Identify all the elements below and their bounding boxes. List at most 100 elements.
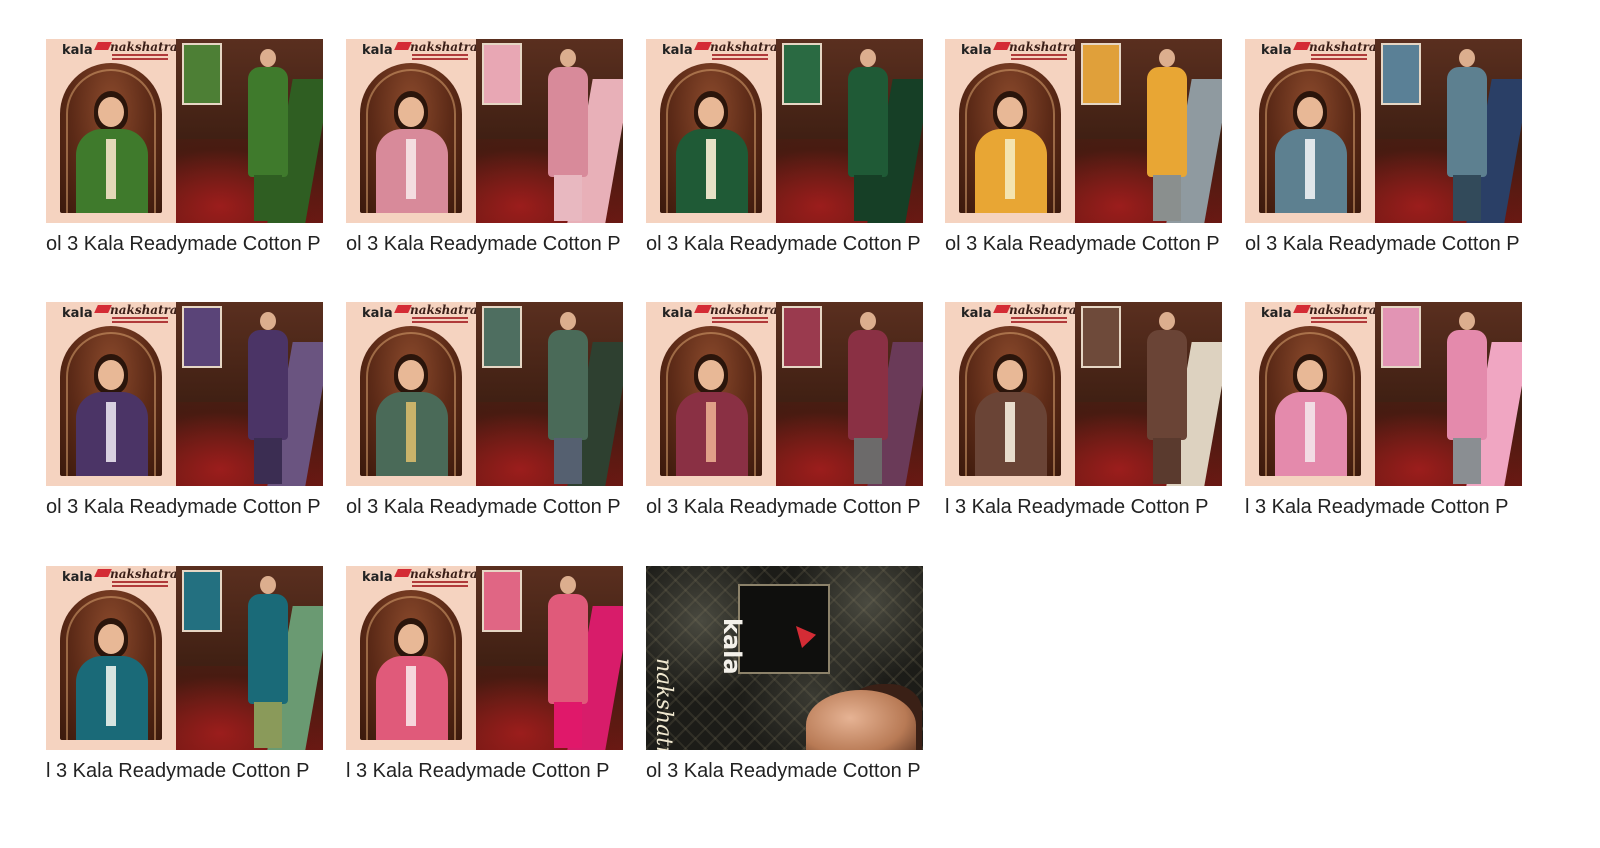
brand-logo: kala [662, 306, 693, 321]
brand-logo: kala [1261, 306, 1292, 321]
model-face [98, 97, 124, 127]
full-view-panel [1075, 39, 1222, 223]
pant [254, 175, 282, 221]
model-face [260, 312, 276, 330]
front-view-panel: kala nakshatra [646, 302, 778, 486]
pant [1153, 175, 1181, 221]
product-caption[interactable]: ol 3 Kala Readymade Cotton P [1245, 233, 1522, 255]
front-view-panel: kala nakshatra [346, 302, 478, 486]
product-caption[interactable]: ol 3 Kala Readymade Cotton P [646, 233, 923, 255]
product-card[interactable]: kala nakshatra l 3 Kala Readymade Cotton… [346, 566, 623, 796]
fabric-swatch [482, 306, 522, 368]
fabric-swatch [182, 570, 222, 632]
product-card[interactable]: kala nakshatra ol 3 Kala Readymade Cotto… [46, 302, 323, 532]
product-caption-text: l 3 Kala Readymade Cotton P [1245, 496, 1509, 518]
brand-logo-box [738, 584, 830, 674]
kurta-full [1447, 330, 1487, 440]
brand-logo: kala [362, 306, 393, 321]
product-thumbnail[interactable]: kala nakshatra [646, 302, 923, 486]
product-thumbnail[interactable]: kala nakshatra [46, 566, 323, 750]
kurta-placket [106, 402, 116, 462]
brand-title: nakshatra [710, 40, 778, 54]
product-caption-text: l 3 Kala Readymade Cotton P [945, 496, 1209, 518]
product-thumbnail[interactable]: kala nakshatra [346, 39, 623, 223]
product-card[interactable]: kala nakshatra ol 3 Kala Readymade Cotto… [945, 39, 1222, 269]
product-card[interactable]: kala nakshatra ol 3 Kala Readymade Cotto… [346, 302, 623, 532]
brand-subtitle-lines [712, 54, 768, 56]
product-caption[interactable]: ol 3 Kala Readymade Cotton P [945, 233, 1222, 255]
product-card[interactable]: kala nakshatra ol 3 Kala Readymade Cotto… [646, 302, 923, 532]
product-card[interactable]: kala nakshatra l 3 Kala Readymade Cotton… [1245, 302, 1522, 532]
product-card[interactable]: kala nakshatra l 3 Kala Readymade Cotton… [945, 302, 1222, 532]
brand-subtitle-lines [412, 54, 468, 56]
brand-title: nakshatra [410, 40, 478, 54]
product-caption-text: ol 3 Kala Readymade Cotton P [646, 496, 921, 518]
product-caption[interactable]: l 3 Kala Readymade Cotton P [945, 496, 1222, 518]
pant [554, 702, 582, 748]
brand-subtitle-lines [112, 581, 168, 583]
product-caption[interactable]: ol 3 Kala Readymade Cotton P [46, 233, 323, 255]
fabric-swatch [1381, 306, 1421, 368]
kurta-placket [1005, 139, 1015, 199]
arch-backdrop [1259, 326, 1361, 476]
product-caption[interactable]: ol 3 Kala Readymade Cotton P [646, 496, 923, 518]
product-caption[interactable]: ol 3 Kala Readymade Cotton P [346, 233, 623, 255]
product-thumbnail[interactable]: kala nakshatra [1245, 302, 1522, 486]
arch-backdrop [660, 326, 762, 476]
brand-logo: kala [362, 43, 393, 58]
brand-logo: kala [62, 306, 93, 321]
product-thumbnail[interactable]: kala nakshatra [646, 566, 923, 750]
product-thumbnail[interactable]: kala nakshatra [346, 566, 623, 750]
product-caption[interactable]: ol 3 Kala Readymade Cotton P [646, 760, 923, 782]
product-thumbnail[interactable]: kala nakshatra [945, 302, 1222, 486]
kurta-full [548, 330, 588, 440]
kurta-placket [1305, 402, 1315, 462]
model-face [997, 360, 1023, 390]
product-thumbnail[interactable]: kala nakshatra [646, 39, 923, 223]
model-face [997, 97, 1023, 127]
model-face [1159, 49, 1175, 67]
product-thumbnail[interactable]: kala nakshatra [1245, 39, 1522, 223]
product-caption[interactable]: ol 3 Kala Readymade Cotton P [346, 496, 623, 518]
kurta-placket [406, 402, 416, 462]
model-face [1297, 360, 1323, 390]
product-caption[interactable]: l 3 Kala Readymade Cotton P [346, 760, 623, 782]
model-face [398, 624, 424, 654]
product-card[interactable]: kala nakshatra ol 3 Kala Readymade Cotto… [1245, 39, 1522, 269]
product-card[interactable]: kala nakshatra ol 3 Kala Readymade Cotto… [646, 566, 923, 796]
product-caption-text: ol 3 Kala Readymade Cotton P [346, 233, 621, 255]
brand-title: nakshatra [110, 40, 178, 54]
brand-title: nakshatra [1309, 40, 1377, 54]
product-caption[interactable]: ol 3 Kala Readymade Cotton P [46, 496, 323, 518]
model-face [860, 312, 876, 330]
fabric-swatch [1381, 43, 1421, 105]
product-caption-text: ol 3 Kala Readymade Cotton P [346, 496, 621, 518]
brand-subtitle-lines [412, 581, 468, 583]
model-face [698, 97, 724, 127]
pant [1453, 438, 1481, 484]
product-card[interactable]: kala nakshatra ol 3 Kala Readymade Cotto… [346, 39, 623, 269]
product-card[interactable]: kala nakshatra ol 3 Kala Readymade Cotto… [46, 39, 323, 269]
arch-backdrop [360, 326, 462, 476]
arch-backdrop [660, 63, 762, 213]
product-caption[interactable]: l 3 Kala Readymade Cotton P [46, 760, 323, 782]
model-face [1297, 97, 1323, 127]
fabric-swatch [482, 570, 522, 632]
product-card[interactable]: kala nakshatra ol 3 Kala Readymade Cotto… [646, 39, 923, 269]
kurta-full [1447, 67, 1487, 177]
fabric-swatch [1081, 43, 1121, 105]
model-face [398, 97, 424, 127]
model-face [260, 576, 276, 594]
full-view-panel [776, 39, 923, 223]
brand-title: nakshatra [410, 303, 478, 317]
product-caption[interactable]: l 3 Kala Readymade Cotton P [1245, 496, 1522, 518]
pant [254, 702, 282, 748]
pant [1453, 175, 1481, 221]
product-thumbnail[interactable]: kala nakshatra [46, 39, 323, 223]
product-thumbnail[interactable]: kala nakshatra [346, 302, 623, 486]
full-view-panel [1375, 302, 1522, 486]
product-thumbnail[interactable]: kala nakshatra [46, 302, 323, 486]
product-card[interactable]: kala nakshatra l 3 Kala Readymade Cotton… [46, 566, 323, 796]
product-thumbnail[interactable]: kala nakshatra [945, 39, 1222, 223]
front-view-panel: kala nakshatra [46, 302, 178, 486]
